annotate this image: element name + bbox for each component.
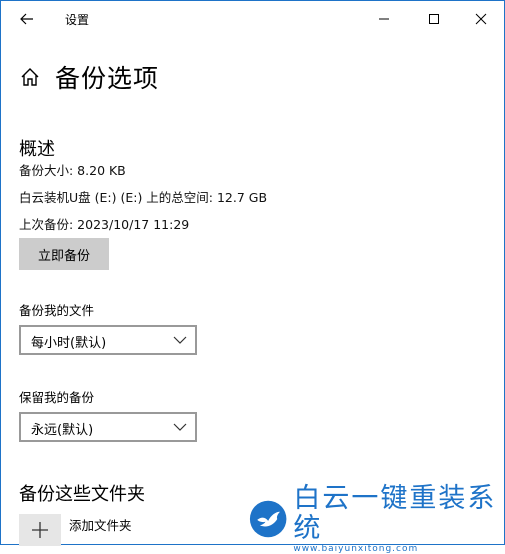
maximize-icon [429, 14, 439, 24]
close-icon [475, 13, 487, 25]
add-folder-label[interactable]: 添加文件夹 [69, 515, 132, 534]
back-button[interactable] [11, 5, 43, 33]
total-space-text: 白云装机U盘 (E:) (E:) 上的总空间: 12.7 GB [19, 190, 268, 205]
page-title: 备份选项 [55, 64, 160, 93]
bird-icon [249, 500, 287, 538]
home-icon[interactable] [19, 66, 41, 88]
last-backup-text: 上次备份: 2023/10/17 11:29 [19, 217, 190, 232]
window-title: 设置 [65, 13, 90, 27]
backup-files-label: 备份我的文件 [19, 303, 95, 318]
close-button[interactable] [458, 1, 504, 37]
keep-backups-dropdown[interactable]: 永远(默认) [19, 412, 197, 442]
backup-frequency-dropdown[interactable]: 每小时(默认) [19, 325, 197, 355]
maximize-button[interactable] [411, 1, 457, 37]
backup-now-button[interactable]: 立即备份 [19, 238, 109, 270]
watermark-logo: 白云一键重装系统 www.baiyunxitong.com [249, 484, 505, 554]
settings-window: 设置 备份选项 概述 备份大小: 8.20 KB 白云装机U盘 (E:) (E:… [0, 0, 505, 554]
watermark-name: 白云一键重装系统 [293, 483, 497, 544]
title-bar: 设置 [1, 1, 504, 37]
page-header: 备份选项 [19, 57, 159, 97]
backup-size-text: 备份大小: 8.20 KB [19, 163, 126, 178]
keep-backups-value: 永远(默认) [31, 423, 94, 438]
plus-icon [32, 522, 48, 538]
back-arrow-icon [20, 13, 33, 25]
backup-frequency-value: 每小时(默认) [31, 336, 107, 351]
backup-folders-title: 备份这些文件夹 [19, 484, 145, 505]
watermark-url: www.baiyunxitong.com [293, 544, 419, 554]
chevron-down-icon [173, 336, 187, 344]
add-folder-button[interactable] [19, 514, 61, 546]
overview-title: 概述 [19, 139, 55, 160]
chevron-down-icon [173, 423, 187, 431]
minimize-button[interactable] [361, 1, 407, 37]
keep-backups-label: 保留我的备份 [19, 390, 95, 405]
minimize-icon [379, 18, 389, 20]
